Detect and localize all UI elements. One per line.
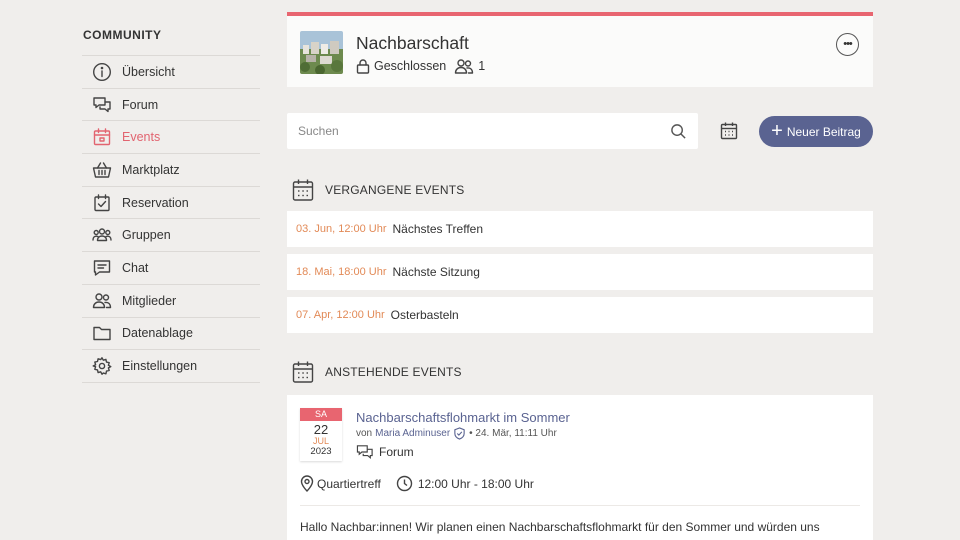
- event-location: Quartiertreff: [317, 476, 381, 491]
- sidebar-item-label: Reservation: [122, 195, 189, 210]
- event-description: Hallo Nachbar:innen! Wir planen einen Na…: [300, 520, 820, 534]
- calendar-icon: [91, 126, 113, 148]
- section-title: VERGANGENE EVENTS: [325, 183, 465, 197]
- sidebar-item-uebersicht[interactable]: Übersicht: [82, 56, 260, 89]
- event-name: Nächste Sitzung: [392, 265, 480, 279]
- plus-icon: +: [771, 119, 783, 142]
- sidebar: COMMUNITY Übersicht Forum Events Marktpl…: [82, 22, 260, 383]
- sidebar-item-label: Chat: [122, 260, 149, 275]
- event-card: SA 22 JUL 2023 Nachbarschaftsflohmarkt i…: [287, 395, 873, 540]
- event-name: Nächstes Treffen: [392, 222, 484, 236]
- badge-day: 22: [313, 422, 329, 437]
- sidebar-item-gruppen[interactable]: Gruppen: [82, 219, 260, 253]
- event-date: 18. Mai, 18:00 Uhr: [296, 266, 387, 278]
- verified-shield-icon: [454, 427, 465, 440]
- event-details: Quartiertreff 12:00 Uhr - 18:00 Uhr: [300, 475, 534, 492]
- by-prefix: von: [356, 428, 373, 439]
- date-badge: SA 22 JUL 2023: [300, 408, 342, 461]
- gear-icon: [91, 355, 113, 377]
- group-icon: [91, 224, 113, 246]
- event-category: Forum: [356, 444, 414, 460]
- event-name: Osterbasteln: [390, 308, 459, 322]
- group-header: Nachbarschaft Geschlossen 1 •••: [287, 12, 873, 87]
- past-events-heading: VERGANGENE EVENTS: [291, 178, 464, 202]
- more-options-button[interactable]: •••: [836, 33, 859, 56]
- sidebar-title: COMMUNITY: [82, 22, 260, 56]
- badge-year: 2023: [310, 446, 332, 457]
- sidebar-item-label: Events: [122, 130, 161, 145]
- group-meta: Geschlossen 1: [355, 58, 485, 74]
- sidebar-item-label: Datenablage: [122, 326, 193, 341]
- members-icon: [91, 290, 113, 312]
- group-thumbnail: [300, 31, 343, 74]
- sidebar-item-label: Mitglieder: [122, 293, 177, 308]
- members-icon: [455, 59, 474, 74]
- sidebar-item-einstellungen[interactable]: Einstellungen: [82, 350, 260, 383]
- badge-weekday: SA: [300, 408, 342, 421]
- sidebar-item-label: Einstellungen: [122, 359, 198, 374]
- chat-bubbles-icon: [91, 94, 113, 116]
- sidebar-item-label: Gruppen: [122, 228, 171, 243]
- sidebar-item-datenablage[interactable]: Datenablage: [82, 318, 260, 351]
- sidebar-item-reservation[interactable]: Reservation: [82, 187, 260, 220]
- post-timestamp: • 24. Mär, 11:11 Uhr: [469, 428, 557, 439]
- sidebar-item-label: Forum: [122, 97, 159, 112]
- new-post-button[interactable]: + Neuer Beitrag: [759, 116, 873, 147]
- main-content: Nachbarschaft Geschlossen 1 ••• + Neuer …: [287, 12, 873, 540]
- sidebar-item-forum[interactable]: Forum: [82, 89, 260, 122]
- basket-icon: [91, 159, 113, 181]
- calendar-icon: [720, 122, 738, 140]
- sidebar-item-events[interactable]: Events: [82, 121, 260, 155]
- event-date: 07. Apr, 12:00 Uhr: [296, 309, 385, 321]
- sidebar-item-marktplatz[interactable]: Marktplatz: [82, 154, 260, 187]
- calendar-icon: [292, 179, 314, 201]
- toolbar: + Neuer Beitrag: [287, 113, 873, 149]
- sidebar-item-chat[interactable]: Chat: [82, 252, 260, 285]
- card-divider: [300, 505, 860, 506]
- lock-icon: [356, 59, 370, 74]
- group-member-count: 1: [478, 59, 486, 73]
- upcoming-events-heading: ANSTEHENDE EVENTS: [291, 360, 462, 384]
- sidebar-item-mitglieder[interactable]: Mitglieder: [82, 285, 260, 318]
- badge-month: JUL: [312, 436, 329, 446]
- sidebar-item-label: Übersicht: [122, 64, 175, 79]
- group-privacy: Geschlossen: [374, 59, 447, 73]
- event-time: 12:00 Uhr - 18:00 Uhr: [417, 476, 534, 491]
- search-icon[interactable]: [670, 123, 687, 140]
- calendar-view-button[interactable]: [719, 121, 739, 141]
- event-row[interactable]: 18. Mai, 18:00 Uhr Nächste Sitzung: [287, 254, 873, 290]
- group-title: Nachbarschaft: [356, 33, 469, 53]
- ellipsis-icon: •••: [843, 38, 853, 50]
- clock-icon: [396, 475, 413, 492]
- search-box: [287, 113, 698, 149]
- search-input[interactable]: [298, 124, 670, 138]
- event-byline: von Maria Adminuser • 24. Mär, 11:11 Uhr: [356, 427, 557, 440]
- calendar-check-icon: [91, 192, 113, 214]
- event-row[interactable]: 03. Jun, 12:00 Uhr Nächstes Treffen: [287, 211, 873, 247]
- chat-bubbles-icon: [356, 445, 373, 460]
- section-title: ANSTEHENDE EVENTS: [325, 365, 462, 379]
- author-link[interactable]: Maria Adminuser: [375, 428, 450, 439]
- category-label: Forum: [379, 445, 414, 459]
- message-icon: [91, 257, 113, 279]
- folder-icon: [91, 322, 113, 344]
- event-row[interactable]: 07. Apr, 12:00 Uhr Osterbasteln: [287, 297, 873, 333]
- location-pin-icon: [300, 475, 314, 492]
- event-date: 03. Jun, 12:00 Uhr: [296, 223, 387, 235]
- sidebar-item-label: Marktplatz: [122, 162, 180, 177]
- calendar-icon: [292, 361, 314, 383]
- new-post-label: Neuer Beitrag: [786, 124, 861, 139]
- event-title-link[interactable]: Nachbarschaftsflohmarkt im Sommer: [356, 410, 570, 425]
- info-icon: [91, 61, 113, 83]
